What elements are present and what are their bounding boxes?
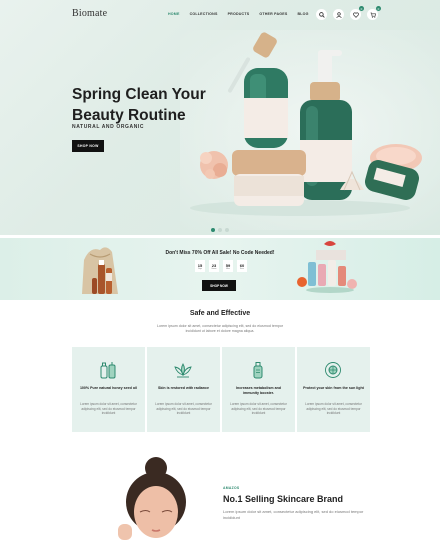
site-header: Biomate HOME COLLECTIONS PRODUCTS OTHER …	[0, 0, 440, 30]
section-title: Safe and Effective	[189, 310, 251, 317]
slider-dots	[211, 228, 229, 232]
feature-title: 100% Pure natural honey seed oil	[79, 386, 138, 390]
nav-products[interactable]: PRODUCTS	[228, 12, 250, 16]
coral-sponge	[200, 151, 228, 179]
cart-count: 0	[376, 6, 381, 11]
gift-bag-image	[82, 247, 118, 294]
countdown-mins: 59 Mins	[223, 260, 233, 272]
countdown-timer: 15 Days 23 Hours 59 Mins 60 Secs	[195, 260, 247, 272]
slider-dot-1[interactable]	[211, 228, 215, 232]
search-icon[interactable]	[316, 9, 327, 20]
feature-text: Lorem ipsum dolor sit amet, consectetur …	[80, 402, 137, 416]
countdown-hours: 23 Hours	[209, 260, 219, 272]
main-nav: HOME COLLECTIONS PRODUCTS OTHER PAGES BL…	[168, 12, 309, 16]
feature-title: Protect your skin from the sun light	[303, 386, 364, 390]
about-label: AMAZOS	[223, 486, 240, 490]
promo-text: Don't Miss 70% Off All Sale! No Code Nee…	[165, 250, 275, 256]
user-icon[interactable]	[333, 9, 344, 20]
feature-title: Skin is restored with radiance	[158, 386, 209, 390]
slider-dot-2[interactable]	[218, 228, 222, 232]
feature-card: 100% Pure natural honey seed oil Lorem i…	[72, 347, 145, 432]
cream-jar	[232, 150, 306, 206]
about-title: No.1 Selling Skincare Brand	[223, 494, 344, 504]
open-cream-jar	[364, 144, 422, 200]
hero-banner: Spring Clean Your Beauty Routine NATURAL…	[0, 0, 440, 235]
nav-collections[interactable]: COLLECTIONS	[190, 12, 218, 16]
cart-icon[interactable]: 0	[367, 6, 381, 20]
lotus-icon	[174, 363, 192, 378]
model-portrait-image	[118, 457, 186, 540]
nav-blog[interactable]: BLOG	[297, 12, 308, 16]
feature-text: Lorem ipsum dolor sit amet, consectetur …	[305, 402, 362, 416]
feature-card: Increases metabolism and immunity booste…	[222, 347, 295, 432]
pump-bottle	[300, 50, 352, 200]
feature-text: Lorem ipsum dolor sit amet, consectetur …	[155, 402, 212, 416]
countdown-label: Mins	[226, 267, 230, 270]
tube-icon	[253, 362, 263, 379]
promo-shop-button[interactable]: SHOP NOW	[202, 280, 236, 291]
countdown-label: Secs	[240, 267, 244, 270]
countdown-secs: 60 Secs	[237, 260, 247, 272]
dropper-bottle	[228, 32, 288, 148]
nav-home[interactable]: HOME	[168, 12, 180, 16]
hero-shop-button[interactable]: SHOP NOW	[72, 140, 104, 152]
nav-other-pages[interactable]: OTHER PAGES	[259, 12, 287, 16]
countdown-label: Hours	[211, 267, 217, 270]
hero-title: Spring Clean Your Beauty Routine	[72, 86, 206, 124]
gift-set-image	[297, 241, 357, 293]
heart-icon[interactable]: 0	[350, 6, 364, 20]
feature-card: Protect your skin from the sun light Lor…	[297, 347, 370, 432]
feature-list: 100% Pure natural honey seed oil Lorem i…	[72, 347, 370, 432]
header-icons: 0 0	[316, 6, 381, 20]
slider-dot-3[interactable]	[225, 228, 229, 232]
feature-card: Skin is restored with radiance Lorem ips…	[147, 347, 220, 432]
section-description: Lorem ipsum dolor sit amet, consectetur …	[156, 324, 284, 333]
countdown-label: Days	[197, 267, 203, 270]
hero-subtitle: NATURAL AND ORGANIC	[72, 124, 145, 130]
bottle-icon	[100, 362, 116, 379]
feature-title: Increases metabolism and immunity booste…	[236, 386, 281, 395]
sun-protect-icon	[325, 362, 341, 378]
about-text: Lorem ipsum dolor sit amet, consectetur …	[223, 509, 364, 520]
countdown-days: 15 Days	[195, 260, 205, 272]
feature-text: Lorem ipsum dolor sit amet, consectetur …	[230, 402, 287, 416]
logo[interactable]: Biomate	[72, 8, 107, 19]
wishlist-count: 0	[359, 6, 364, 11]
